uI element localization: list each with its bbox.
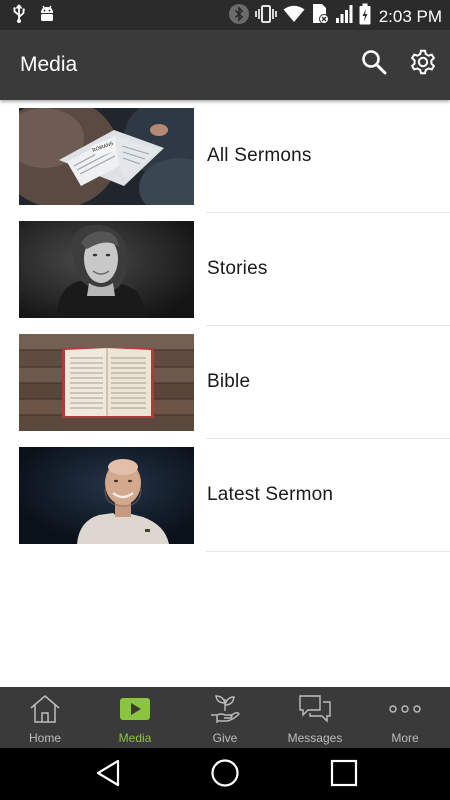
- vibrate-icon: [254, 4, 277, 29]
- search-button[interactable]: [359, 49, 389, 79]
- media-list: ROMANS All Sermons Stories Bible Latest …: [0, 100, 450, 552]
- home-icon: [0, 692, 90, 726]
- tab-label: Give: [212, 731, 238, 745]
- status-left-icons: [12, 4, 56, 29]
- recents-button[interactable]: [329, 759, 359, 792]
- signal-icon: [335, 4, 353, 29]
- page-title: Media: [20, 53, 78, 76]
- screen: 2:03 PM Media ROMANS All Sermons Stories…: [0, 0, 450, 800]
- tab-label: Messages: [287, 731, 343, 745]
- status-right-icons: 2:03 PM: [228, 3, 442, 30]
- media-item-bible[interactable]: Bible: [0, 326, 450, 439]
- tab-media[interactable]: Media: [90, 687, 180, 748]
- back-button[interactable]: [93, 759, 123, 792]
- settings-button[interactable]: [408, 49, 438, 79]
- play-icon: [90, 692, 180, 726]
- home-circle-icon: [210, 758, 240, 793]
- tab-label: Media: [118, 731, 152, 745]
- tab-label: Home: [28, 731, 61, 745]
- system-nav: [0, 748, 450, 800]
- status-bar: 2:03 PM: [0, 0, 450, 30]
- wifi-icon: [283, 5, 305, 28]
- status-time: 2:03 PM: [378, 6, 442, 26]
- back-icon: [95, 759, 121, 792]
- bible-on-wood-photo: [19, 334, 194, 431]
- tab-give[interactable]: Give: [180, 687, 270, 748]
- gear-icon: [409, 48, 437, 81]
- tab-label: More: [391, 731, 419, 745]
- speaker-photo: [19, 447, 194, 544]
- plant-hand-icon: [180, 692, 270, 726]
- tab-home[interactable]: Home: [0, 687, 90, 748]
- media-item-label: Stories: [207, 258, 268, 279]
- media-item-latest-sermon[interactable]: Latest Sermon: [0, 439, 450, 552]
- woman-portrait-photo: [19, 221, 194, 318]
- media-item-stories[interactable]: Stories: [0, 213, 450, 326]
- media-item-label: Bible: [207, 371, 251, 392]
- divider: [206, 551, 450, 552]
- bottom-nav: Home Media Give Messages More: [0, 687, 450, 748]
- more-dots-icon: [360, 692, 450, 726]
- tab-more[interactable]: More: [360, 687, 450, 748]
- bluetooth-icon: [228, 3, 249, 30]
- battery-icon: [359, 3, 371, 30]
- home-system-button[interactable]: [210, 758, 240, 793]
- media-item-label: All Sermons: [207, 145, 312, 166]
- media-item-all-sermons[interactable]: ROMANS All Sermons: [0, 100, 450, 213]
- usb-icon: [12, 4, 26, 29]
- android-debug-icon: [38, 4, 56, 29]
- tab-messages[interactable]: Messages: [270, 687, 360, 748]
- no-sim-icon: [311, 3, 329, 30]
- search-icon: [361, 49, 387, 80]
- media-item-label: Latest Sermon: [207, 484, 334, 505]
- recents-icon: [330, 759, 358, 792]
- app-bar: Media: [0, 30, 450, 100]
- open-bible-photo: ROMANS: [19, 108, 194, 205]
- chat-bubbles-icon: [270, 692, 360, 726]
